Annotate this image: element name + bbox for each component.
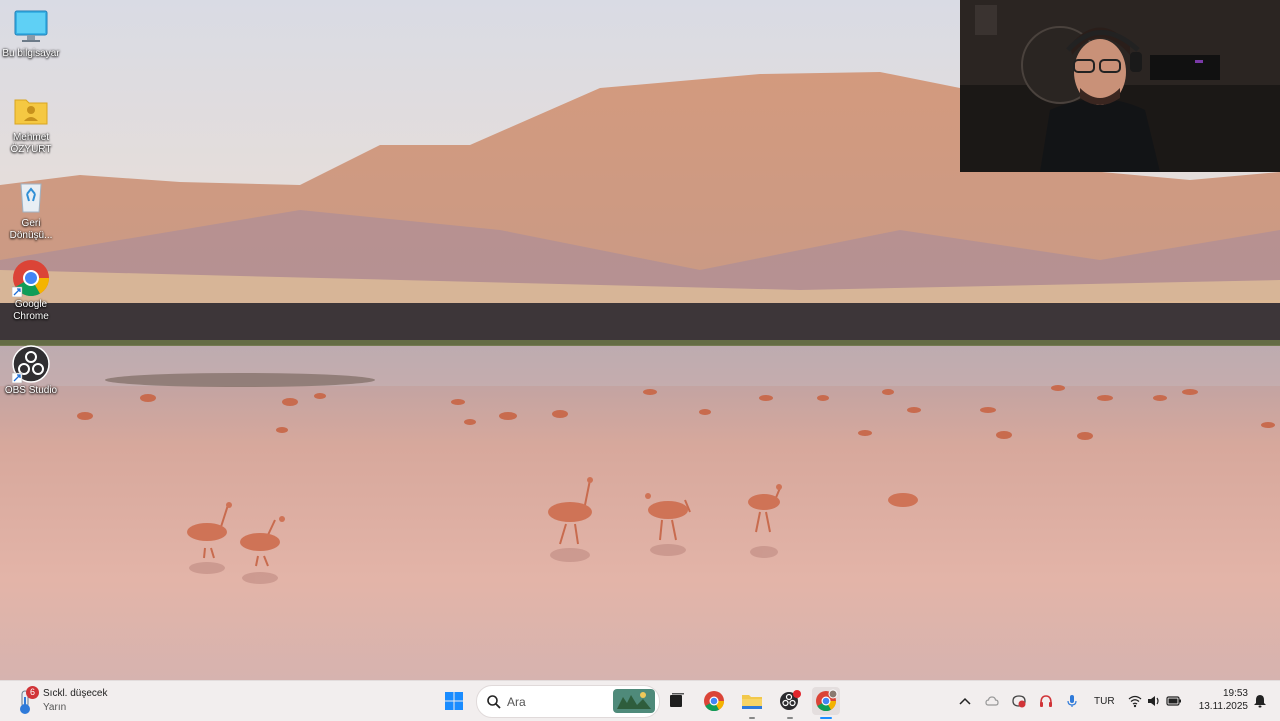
desktop-icon-label: Mehmet ÖZYURT xyxy=(10,132,52,155)
battery-icon[interactable] xyxy=(1166,693,1182,709)
chrome-profile-icon xyxy=(816,689,838,712)
wifi-icon[interactable] xyxy=(1127,693,1143,709)
taskbar-search-box[interactable]: Ara xyxy=(476,685,660,718)
clock-date: 13.11.2025 xyxy=(1198,701,1248,712)
windows-logo-icon xyxy=(445,692,463,710)
recycle-bin-icon xyxy=(12,178,50,216)
taskbar-obs-button[interactable] xyxy=(776,687,804,719)
desktop-icon-label: OBS Studio xyxy=(4,385,58,396)
desktop-icon-this-pc[interactable]: Bu bilgisayar xyxy=(2,8,60,60)
chrome-icon xyxy=(11,259,50,298)
desktop-icon-user-folder[interactable]: Mehmet ÖZYURT xyxy=(2,92,60,156)
search-placeholder: Ara xyxy=(507,695,526,709)
vpn-shield-icon[interactable] xyxy=(1011,693,1027,709)
taskbar-chrome-button[interactable] xyxy=(700,687,728,715)
desktop-icon-label: Bu bilgisayar xyxy=(2,48,60,59)
search-highlight-image xyxy=(613,689,655,713)
desktop-icon-obs[interactable]: OBS Studio xyxy=(2,345,60,397)
input-language-indicator[interactable]: TUR xyxy=(1094,696,1115,707)
active-indicator xyxy=(820,717,832,719)
taskbar: 6 Sıckl. düşecek Yarın Ara TUR 19:53 13.… xyxy=(0,680,1280,721)
webcam-overlay xyxy=(960,0,1280,172)
headset-icon[interactable] xyxy=(1038,693,1054,709)
weather-title: Sıckl. düşecek xyxy=(43,688,108,699)
running-indicator xyxy=(787,717,793,719)
chrome-icon xyxy=(704,691,725,712)
weather-alert-badge: 6 xyxy=(26,686,39,699)
webcam-person-image xyxy=(960,0,1280,172)
search-icon xyxy=(487,695,501,709)
monitor-icon xyxy=(12,8,50,46)
taskbar-chrome-profile-button[interactable] xyxy=(812,687,840,719)
desktop-icon-recycle-bin[interactable]: Geri Dönüşü... xyxy=(2,178,60,242)
file-explorer-button[interactable] xyxy=(738,687,766,719)
obs-icon xyxy=(780,690,801,710)
microphone-icon[interactable] xyxy=(1064,693,1080,709)
desktop-icon-label: Geri Dönüşü... xyxy=(9,218,53,241)
cloud-sync-icon[interactable] xyxy=(984,693,1000,709)
desktop-icon-label: Google Chrome xyxy=(13,299,49,322)
show-hidden-icons-chevron-icon[interactable] xyxy=(957,693,973,709)
user-folder-icon xyxy=(12,92,50,130)
clock[interactable]: 19:53 13.11.2025 xyxy=(1192,687,1248,713)
clock-time: 19:53 xyxy=(1222,688,1248,699)
running-indicator xyxy=(749,717,755,719)
task-view-icon xyxy=(670,693,684,707)
folder-icon xyxy=(742,695,762,709)
weather-subtitle: Yarın xyxy=(43,702,67,713)
start-button[interactable] xyxy=(440,687,468,715)
weather-widget[interactable]: 6 Sıckl. düşecek Yarın xyxy=(14,685,134,717)
volume-icon[interactable] xyxy=(1146,693,1162,709)
notification-bell-icon[interactable] xyxy=(1252,693,1268,709)
obs-icon xyxy=(11,345,50,384)
task-view-button[interactable] xyxy=(662,687,690,715)
desktop-icon-chrome[interactable]: Google Chrome xyxy=(2,259,60,323)
